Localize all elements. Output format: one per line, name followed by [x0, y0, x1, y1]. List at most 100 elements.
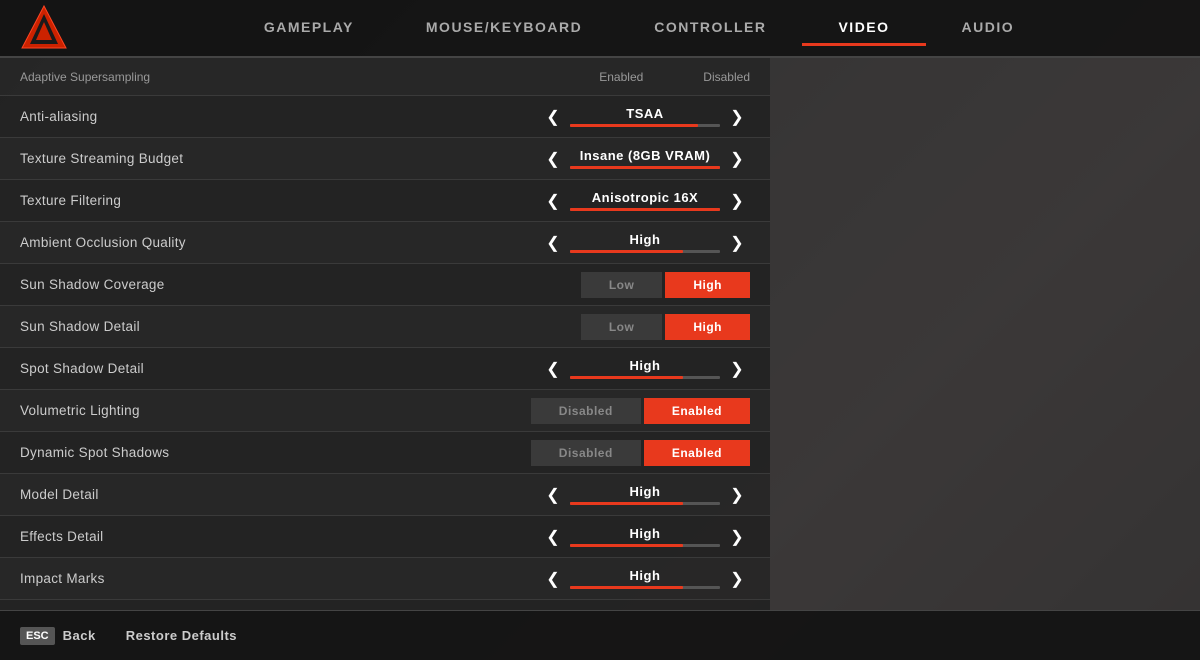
- back-label: Back: [63, 628, 96, 643]
- arrow-right-texture_streaming[interactable]: ❯: [724, 143, 750, 175]
- setting-row-volumetric_lighting: Volumetric LightingDisabledEnabled: [0, 390, 770, 432]
- apex-logo: [20, 4, 68, 52]
- value-box-ambient_occlusion: High: [570, 232, 720, 253]
- value-box-effects_detail: High: [570, 526, 720, 547]
- setting-label-texture_streaming: Texture Streaming Budget: [20, 151, 540, 166]
- setting-row-impact_marks: Impact Marks❮ High ❯: [0, 558, 770, 600]
- toggle-control-dynamic_spot_shadows: DisabledEnabled: [531, 440, 750, 466]
- value-bar-ambient_occlusion: [570, 250, 720, 253]
- setting-label-dynamic_spot_shadows: Dynamic Spot Shadows: [20, 445, 531, 460]
- tab-controller[interactable]: CONTROLLER: [618, 11, 802, 46]
- value-bar-impact_marks: [570, 586, 720, 589]
- tab-audio[interactable]: AUDIO: [926, 11, 1051, 46]
- setting-label-ambient_occlusion: Ambient Occlusion Quality: [20, 235, 540, 250]
- value-bar-texture_streaming: [570, 166, 720, 169]
- main-content: Adaptive Supersampling Enabled Disabled …: [0, 58, 1200, 610]
- arrow-right-ambient_occlusion[interactable]: ❯: [724, 227, 750, 259]
- esc-back-control[interactable]: ESC Back: [20, 627, 96, 645]
- setting-control-sun_shadow_detail: LowHigh: [581, 314, 750, 340]
- value-text-texture_streaming: Insane (8GB VRAM): [580, 148, 711, 163]
- tab-video[interactable]: VIDEO: [802, 11, 925, 46]
- nav-tabs: GAMEPLAY MOUSE/KEYBOARD CONTROLLER VIDEO…: [98, 11, 1180, 46]
- setting-label-anti_aliasing: Anti-aliasing: [20, 109, 540, 124]
- value-text-model_detail: High: [630, 484, 661, 499]
- truncated-label: Adaptive Supersampling: [20, 70, 599, 84]
- value-text-anti_aliasing: TSAA: [626, 106, 663, 121]
- nav-bar: GAMEPLAY MOUSE/KEYBOARD CONTROLLER VIDEO…: [0, 0, 1200, 58]
- toggle-control-volumetric_lighting: DisabledEnabled: [531, 398, 750, 424]
- setting-label-impact_marks: Impact Marks: [20, 571, 540, 586]
- setting-label-texture_filtering: Texture Filtering: [20, 193, 540, 208]
- setting-row-effects_detail: Effects Detail❮High❯: [0, 516, 770, 558]
- value-bar-model_detail: [570, 502, 720, 505]
- value-text-ambient_occlusion: High: [630, 232, 661, 247]
- arrow-left-model_detail[interactable]: ❮: [540, 479, 566, 511]
- toggle-control-sun_shadow_coverage: LowHigh: [581, 272, 750, 298]
- setting-control-spot_shadow_detail: ❮ High ❯: [540, 353, 750, 385]
- settings-rows: Anti-aliasing❮TSAA❯Texture Streaming Bud…: [0, 96, 770, 610]
- setting-row-anti_aliasing: Anti-aliasing❮ TSAA ❯: [0, 96, 770, 138]
- restore-defaults-button[interactable]: Restore Defaults: [126, 628, 237, 643]
- truncated-v1: Enabled: [599, 70, 643, 84]
- truncated-values: Enabled Disabled: [599, 70, 750, 84]
- value-bar-fill-effects_detail: [570, 544, 683, 547]
- value-box-model_detail: High: [570, 484, 720, 505]
- arrow-left-impact_marks[interactable]: ❮: [540, 563, 566, 595]
- setting-control-volumetric_lighting: DisabledEnabled: [531, 398, 750, 424]
- value-bar-texture_filtering: [570, 208, 720, 211]
- value-box-texture_streaming: Insane (8GB VRAM): [570, 148, 720, 169]
- setting-control-texture_streaming: ❮ Insane (8GB VRAM) ❯: [540, 143, 750, 175]
- value-box-texture_filtering: Anisotropic 16X: [570, 190, 720, 211]
- toggle-btn-dynamic_spot_shadows-enabled[interactable]: Enabled: [644, 440, 750, 466]
- value-box-spot_shadow_detail: High: [570, 358, 720, 379]
- setting-label-effects_detail: Effects Detail: [20, 529, 540, 544]
- toggle-btn-sun_shadow_coverage-high[interactable]: High: [665, 272, 750, 298]
- setting-label-spot_shadow_detail: Spot Shadow Detail: [20, 361, 540, 376]
- setting-control-ambient_occlusion: ❮ High ❯: [540, 227, 750, 259]
- arrow-right-model_detail[interactable]: ❯: [724, 479, 750, 511]
- truncated-row: Adaptive Supersampling Enabled Disabled: [0, 58, 770, 96]
- setting-control-impact_marks: ❮ High ❯: [540, 563, 750, 595]
- arrow-right-spot_shadow_detail[interactable]: ❯: [724, 353, 750, 385]
- value-text-spot_shadow_detail: High: [630, 358, 661, 373]
- setting-control-anti_aliasing: ❮ TSAA ❯: [540, 101, 750, 133]
- value-box-impact_marks: High: [570, 568, 720, 589]
- arrow-left-ambient_occlusion[interactable]: ❮: [540, 227, 566, 259]
- tab-mouse-keyboard[interactable]: MOUSE/KEYBOARD: [390, 11, 618, 46]
- setting-row-spot_shadow_detail: Spot Shadow Detail❮ High ❯: [0, 348, 770, 390]
- value-bar-fill-impact_marks: [570, 586, 683, 589]
- setting-row-texture_filtering: Texture Filtering❮Anisotropic 16X❯: [0, 180, 770, 222]
- arrow-left-texture_filtering[interactable]: ❮: [540, 185, 566, 217]
- setting-row-ambient_occlusion: Ambient Occlusion Quality❮ High ❯: [0, 222, 770, 264]
- arrow-right-anti_aliasing[interactable]: ❯: [724, 101, 750, 133]
- value-bar-fill-texture_filtering: [570, 208, 720, 211]
- toggle-btn-sun_shadow_detail-low[interactable]: Low: [581, 314, 663, 340]
- setting-row-model_detail: Model Detail❮High❯: [0, 474, 770, 516]
- setting-row-ragdolls: Ragdolls❮High❯: [0, 600, 770, 610]
- arrow-left-spot_shadow_detail[interactable]: ❮: [540, 353, 566, 385]
- toggle-btn-volumetric_lighting-disabled[interactable]: Disabled: [531, 398, 641, 424]
- setting-control-dynamic_spot_shadows: DisabledEnabled: [531, 440, 750, 466]
- arrow-right-effects_detail[interactable]: ❯: [724, 521, 750, 553]
- toggle-btn-dynamic_spot_shadows-disabled[interactable]: Disabled: [531, 440, 641, 466]
- setting-row-sun_shadow_coverage: Sun Shadow CoverageLowHigh: [0, 264, 770, 306]
- toggle-btn-sun_shadow_detail-high[interactable]: High: [665, 314, 750, 340]
- arrow-left-effects_detail[interactable]: ❮: [540, 521, 566, 553]
- setting-row-sun_shadow_detail: Sun Shadow DetailLowHigh: [0, 306, 770, 348]
- toggle-control-sun_shadow_detail: LowHigh: [581, 314, 750, 340]
- value-text-impact_marks: High: [630, 568, 661, 583]
- arrow-left-texture_streaming[interactable]: ❮: [540, 143, 566, 175]
- tab-gameplay[interactable]: GAMEPLAY: [228, 11, 390, 46]
- bottom-bar: ESC Back Restore Defaults: [0, 610, 1200, 660]
- settings-panel: Adaptive Supersampling Enabled Disabled …: [0, 58, 770, 610]
- arrow-right-impact_marks[interactable]: ❯: [724, 563, 750, 595]
- setting-row-texture_streaming: Texture Streaming Budget❮ Insane (8GB VRA…: [0, 138, 770, 180]
- toggle-btn-sun_shadow_coverage-low[interactable]: Low: [581, 272, 663, 298]
- value-bar-fill-anti_aliasing: [570, 124, 698, 127]
- toggle-btn-volumetric_lighting-enabled[interactable]: Enabled: [644, 398, 750, 424]
- arrow-right-texture_filtering[interactable]: ❯: [724, 185, 750, 217]
- truncated-v2: Disabled: [703, 70, 750, 84]
- arrow-left-anti_aliasing[interactable]: ❮: [540, 101, 566, 133]
- value-box-anti_aliasing: TSAA: [570, 106, 720, 127]
- setting-label-sun_shadow_coverage: Sun Shadow Coverage: [20, 277, 581, 292]
